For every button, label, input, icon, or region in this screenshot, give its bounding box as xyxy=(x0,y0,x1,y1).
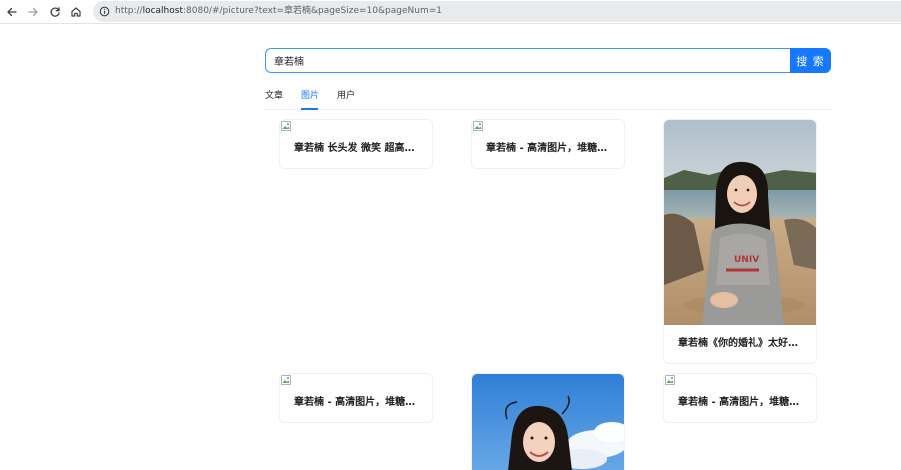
tab-articles[interactable]: 文章 xyxy=(265,90,283,102)
search-input[interactable] xyxy=(265,48,791,73)
svg-text:UNIV: UNIV xyxy=(734,255,759,265)
picture-card[interactable]: 章若楠 - 高清图片，堆糖，... xyxy=(471,119,625,169)
forward-arrow-icon[interactable] xyxy=(24,3,42,21)
reload-icon[interactable] xyxy=(46,3,64,21)
url-host: localhost xyxy=(142,6,183,16)
picture-card[interactable]: 章若楠 长头发 微笑 超高清... xyxy=(279,119,433,169)
picture-card[interactable]: UNIV 章若楠《你的婚礼》太好哭... xyxy=(663,119,817,364)
card-title: 章若楠 长头发 微笑 超高清... xyxy=(294,143,422,154)
result-tabs: 文章 图片 用户 xyxy=(265,84,831,110)
picture-card[interactable]: 章若楠 - 高清图片，堆糖，... xyxy=(279,373,433,423)
tab-pictures[interactable]: 图片 xyxy=(301,90,319,102)
address-bar[interactable]: http://localhost:8080/#/picture?text=章若楠… xyxy=(93,1,901,22)
card-title: 章若楠 - 高清图片，堆糖，... xyxy=(486,143,614,154)
card-title: 章若楠《你的婚礼》太好哭... xyxy=(678,338,806,349)
browser-toolbar: http://localhost:8080/#/picture?text=章若楠… xyxy=(0,0,901,24)
search-button[interactable]: 搜 索 xyxy=(790,48,831,73)
active-tab-indicator xyxy=(301,108,318,110)
picture-card[interactable] xyxy=(471,373,625,470)
broken-image-icon xyxy=(281,121,291,131)
site-info-icon[interactable] xyxy=(97,4,112,19)
card-title: 章若楠 - 高清图片，堆糖，... xyxy=(678,397,806,408)
sky-portrait-photo xyxy=(472,374,624,470)
tab-users[interactable]: 用户 xyxy=(337,90,355,102)
broken-image-icon xyxy=(665,375,675,385)
broken-image-icon xyxy=(281,375,291,385)
picture-card[interactable]: 章若楠 - 高清图片，堆糖，... xyxy=(663,373,817,423)
back-arrow-icon[interactable] xyxy=(3,3,21,21)
card-title: 章若楠 - 高清图片，堆糖，... xyxy=(294,397,422,408)
url-text[interactable]: http://localhost:8080/#/picture?text=章若楠… xyxy=(115,5,442,18)
home-icon[interactable] xyxy=(67,3,85,21)
beach-portrait-photo: UNIV xyxy=(664,120,816,325)
broken-image-icon xyxy=(473,121,483,131)
url-scheme: http:// xyxy=(115,6,143,16)
url-path: :8080/#/picture?text=章若楠&pageSize=10&pag… xyxy=(182,6,442,16)
